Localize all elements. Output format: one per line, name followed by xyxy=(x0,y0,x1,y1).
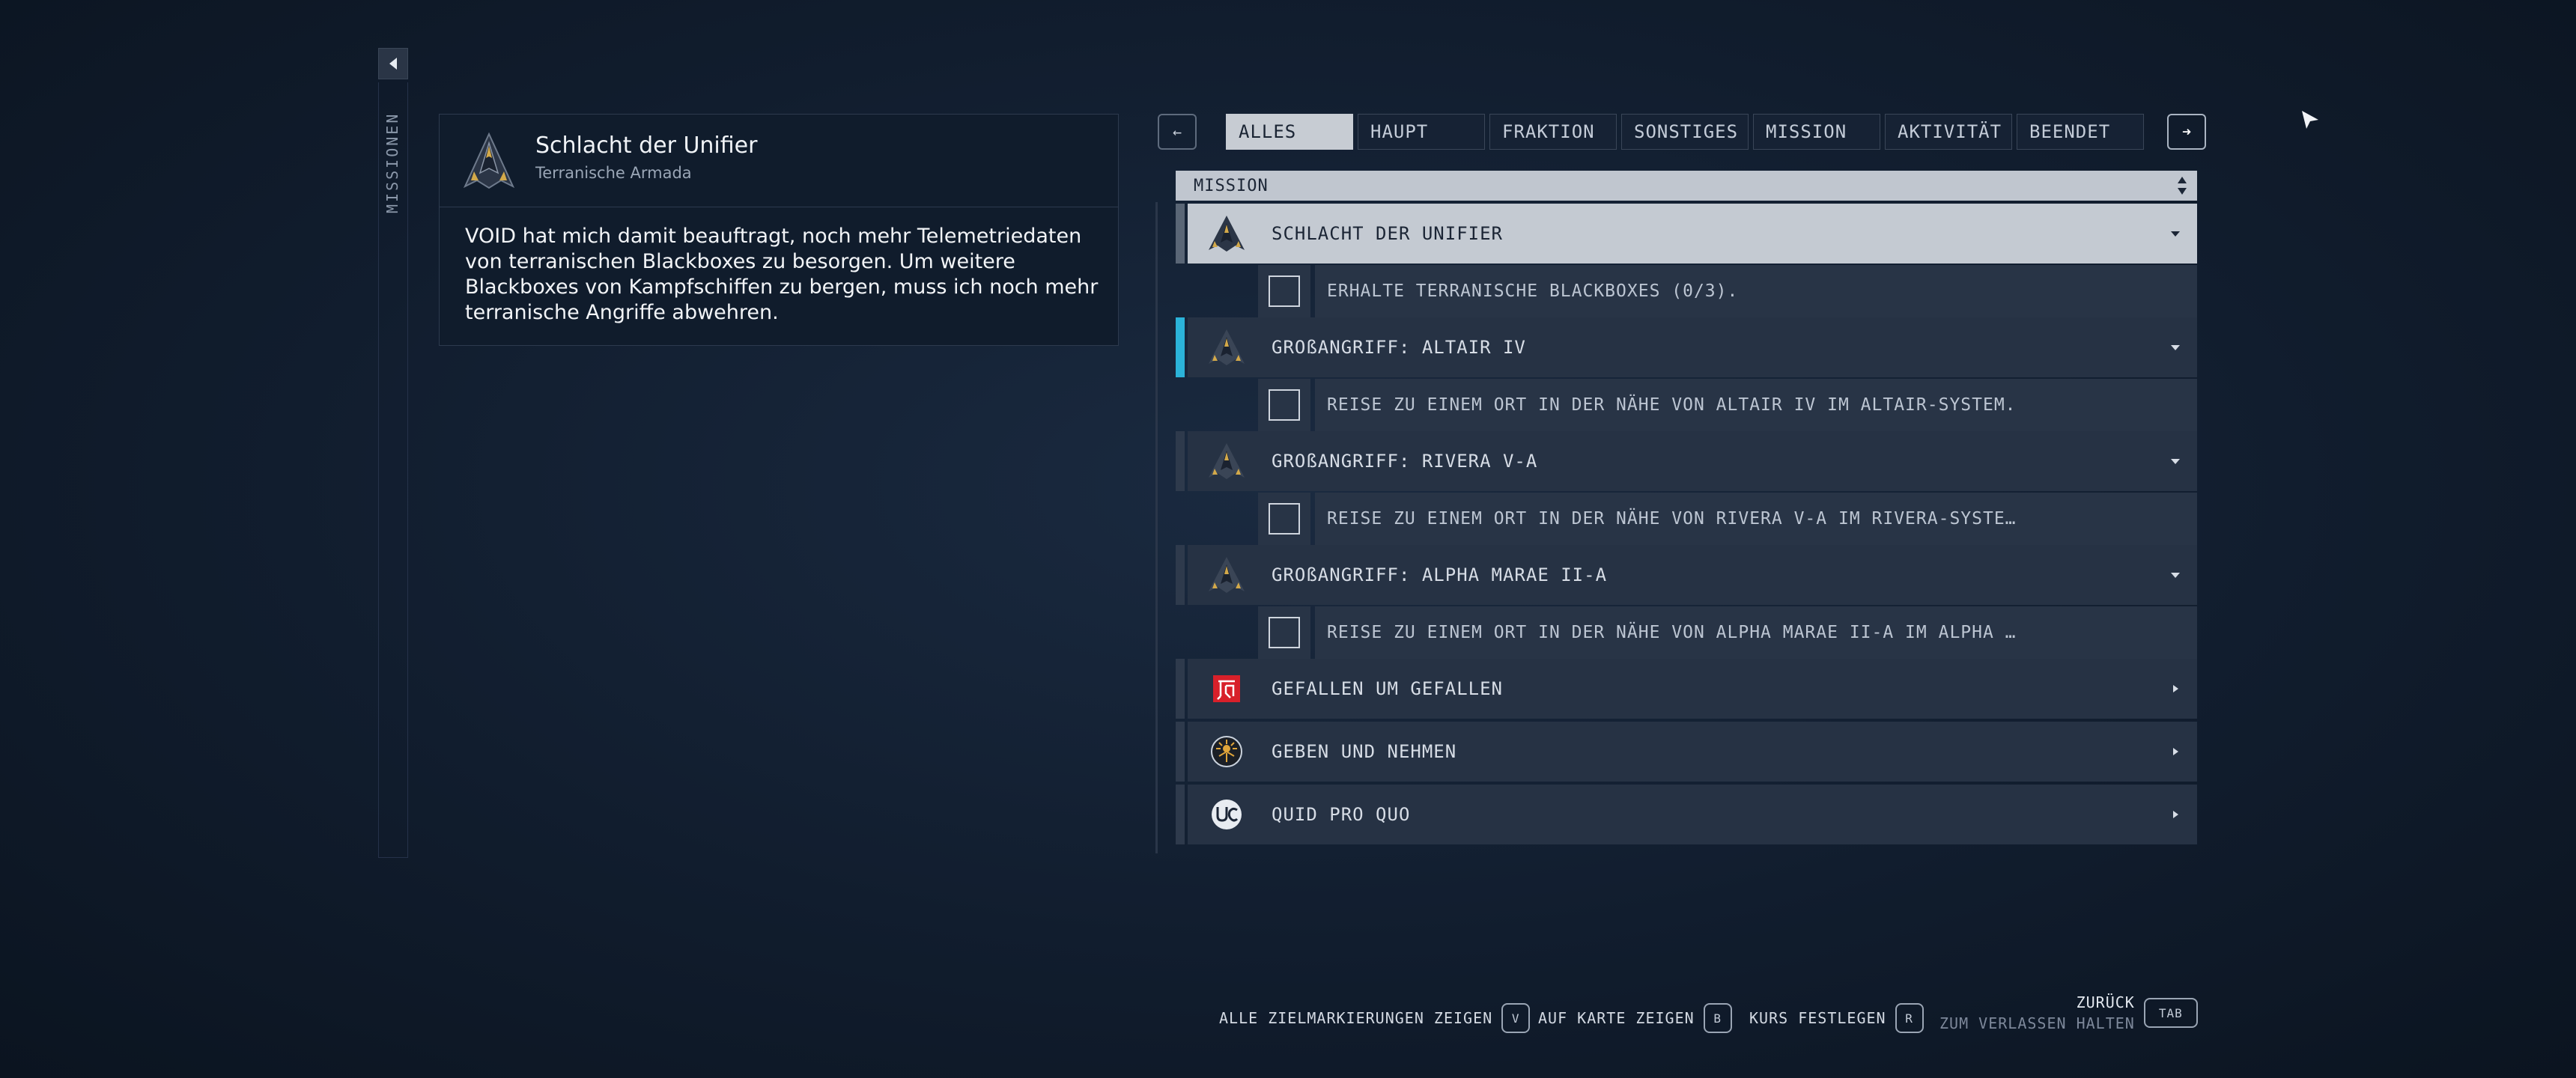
row-indicator xyxy=(1176,204,1185,264)
chevron-down-icon xyxy=(2171,345,2180,350)
hint-label: KURS FESTLEGEN xyxy=(1749,1009,1886,1027)
section-header-label: MISSION xyxy=(1194,176,1269,195)
row-indicator xyxy=(1176,545,1185,605)
hint-show-markers[interactable]: ALLE ZIELMARKIERUNGEN ZEIGEN V xyxy=(1219,1003,1531,1033)
chevron-down-icon xyxy=(2171,573,2180,578)
mission-name: GROßANGRIFF: RIVERA V-A xyxy=(1272,451,1538,472)
objective-row: REISE ZU EINEM ORT IN DER NÄHE VON RIVER… xyxy=(1258,493,2197,545)
row-indicator xyxy=(1176,722,1185,782)
key-r: R xyxy=(1895,1003,1924,1033)
tab-sonstiges[interactable]: SONSTIGES xyxy=(1621,114,1749,150)
sidebar-rail: MISSIONEN xyxy=(378,82,408,858)
armada-emblem-icon xyxy=(463,132,515,189)
objective-text: ERHALTE TERRANISCHE BLACKBOXES (0/3). xyxy=(1327,281,1739,301)
tab-fraktion[interactable]: FRAKTION xyxy=(1489,114,1617,150)
mission-row-geben-und-nehmen[interactable]: GEBEN UND NEHMEN xyxy=(1176,722,2197,782)
hint-label: AUF KARTE ZEIGEN xyxy=(1538,1009,1695,1027)
hint-back[interactable]: ZURÜCK ZUM VERLASSEN HALTEN TAB xyxy=(1939,987,2198,1039)
mission-title: Schlacht der Unifier xyxy=(535,133,758,159)
mission-row-schlacht-der-unifier[interactable]: SCHLACHT DER UNIFIER xyxy=(1176,204,2197,264)
mission-name: GEBEN UND NEHMEN xyxy=(1272,741,1457,762)
objective-text: REISE ZU EINEM ORT IN DER NÄHE VON RIVER… xyxy=(1327,509,2017,529)
sidebar-collapse-button[interactable] xyxy=(378,48,408,79)
objective-checkbox xyxy=(1269,389,1300,421)
objective-row: REISE ZU EINEM ORT IN DER NÄHE VON ALTAI… xyxy=(1258,379,2197,431)
sort-icon xyxy=(2178,177,2187,195)
hint-label: ALLE ZIELMARKIERUNGEN ZEIGEN xyxy=(1219,1009,1493,1027)
mouse-cursor-icon xyxy=(2302,111,2318,129)
chevron-right-icon xyxy=(2173,685,2178,692)
chevron-down-icon xyxy=(2171,459,2180,464)
list-divider xyxy=(1155,202,1158,853)
back-label: ZURÜCK xyxy=(2076,993,2135,1011)
mission-row-grossangriff-alpha-marae-ii-a[interactable]: GROßANGRIFF: ALPHA MARAE II-A xyxy=(1176,545,2197,605)
mission-row-grossangriff-rivera-v-a[interactable]: GROßANGRIFF: RIVERA V-A xyxy=(1176,431,2197,491)
mission-filter-tabs: ALLES HAUPT FRAKTION SONSTIGES MISSION A… xyxy=(1226,114,2144,150)
mission-name: GEFALLEN UM GEFALLEN xyxy=(1272,678,1503,699)
tab-alles[interactable]: ALLES xyxy=(1226,114,1353,150)
mission-row-gefallen-um-gefallen[interactable]: GEFALLEN UM GEFALLEN xyxy=(1176,659,2197,719)
armada-emblem-icon xyxy=(1209,443,1245,479)
mission-detail-header: Schlacht der Unifier Terranische Armada xyxy=(440,115,1118,207)
tab-haupt[interactable]: HAUPT xyxy=(1358,114,1485,150)
caret-left-icon xyxy=(389,58,397,70)
mission-description: VOID hat mich damit beauftragt, noch meh… xyxy=(465,225,1099,324)
objective-text: REISE ZU EINEM ORT IN DER NÄHE VON ALPHA… xyxy=(1327,623,2017,642)
mission-name: GROßANGRIFF: ALTAIR IV xyxy=(1272,337,1526,358)
row-indicator xyxy=(1176,659,1185,719)
key-v: V xyxy=(1501,1003,1531,1033)
row-indicator xyxy=(1176,785,1185,844)
section-header-mission[interactable]: MISSION xyxy=(1176,171,2197,201)
arrow-left-icon: ← xyxy=(1172,123,1182,141)
mission-name: SCHLACHT DER UNIFIER xyxy=(1272,223,1503,244)
objective-text: REISE ZU EINEM ORT IN DER NÄHE VON ALTAI… xyxy=(1327,395,2017,415)
tracked-indicator xyxy=(1176,317,1185,377)
chevron-down-icon xyxy=(2171,231,2180,237)
objective-checkbox xyxy=(1269,503,1300,535)
chevron-right-icon xyxy=(2173,748,2178,755)
arrow-right-icon: ➜ xyxy=(2181,123,2192,141)
objective-checkbox xyxy=(1269,275,1300,307)
uc-faction-icon xyxy=(1212,800,1242,829)
row-indicator xyxy=(1176,431,1185,491)
back-hold-label: ZUM VERLASSEN HALTEN xyxy=(1939,1014,2135,1032)
hint-set-course[interactable]: KURS FESTLEGEN R xyxy=(1749,1003,1924,1033)
sidebar-label: MISSIONEN xyxy=(383,112,401,214)
armada-emblem-icon xyxy=(1209,557,1245,593)
objective-row: ERHALTE TERRANISCHE BLACKBOXES (0/3). xyxy=(1258,265,2197,317)
objective-checkbox xyxy=(1269,617,1300,648)
tab-beendet[interactable]: BEENDET xyxy=(2017,114,2144,150)
mission-name: QUID PRO QUO xyxy=(1272,804,1411,825)
tab-prev-button[interactable]: ← xyxy=(1158,114,1197,150)
mission-faction: Terranische Armada xyxy=(535,164,692,182)
armada-emblem-icon xyxy=(1209,216,1245,252)
mission-name: GROßANGRIFF: ALPHA MARAE II-A xyxy=(1272,564,1608,585)
mission-row-grossangriff-altair-iv[interactable]: GROßANGRIFF: ALTAIR IV xyxy=(1176,317,2197,377)
armada-emblem-icon xyxy=(1209,329,1245,365)
key-tab: TAB xyxy=(2143,998,2198,1028)
tab-mission[interactable]: MISSION xyxy=(1753,114,1880,150)
key-b: B xyxy=(1703,1003,1732,1033)
tab-aktivitaet[interactable]: AKTIVITÄT xyxy=(1885,114,2012,150)
mission-detail-panel: Schlacht der Unifier Terranische Armada … xyxy=(439,114,1119,346)
mission-row-quid-pro-quo[interactable]: QUID PRO QUO xyxy=(1176,785,2197,844)
hint-show-on-map[interactable]: AUF KARTE ZEIGEN B xyxy=(1538,1003,1732,1033)
chevron-right-icon xyxy=(2173,811,2178,818)
red-faction-icon xyxy=(1213,675,1240,702)
sun-faction-icon xyxy=(1211,736,1242,767)
objective-row: REISE ZU EINEM ORT IN DER NÄHE VON ALPHA… xyxy=(1258,606,2197,659)
tab-next-button[interactable]: ➜ xyxy=(2167,114,2206,150)
